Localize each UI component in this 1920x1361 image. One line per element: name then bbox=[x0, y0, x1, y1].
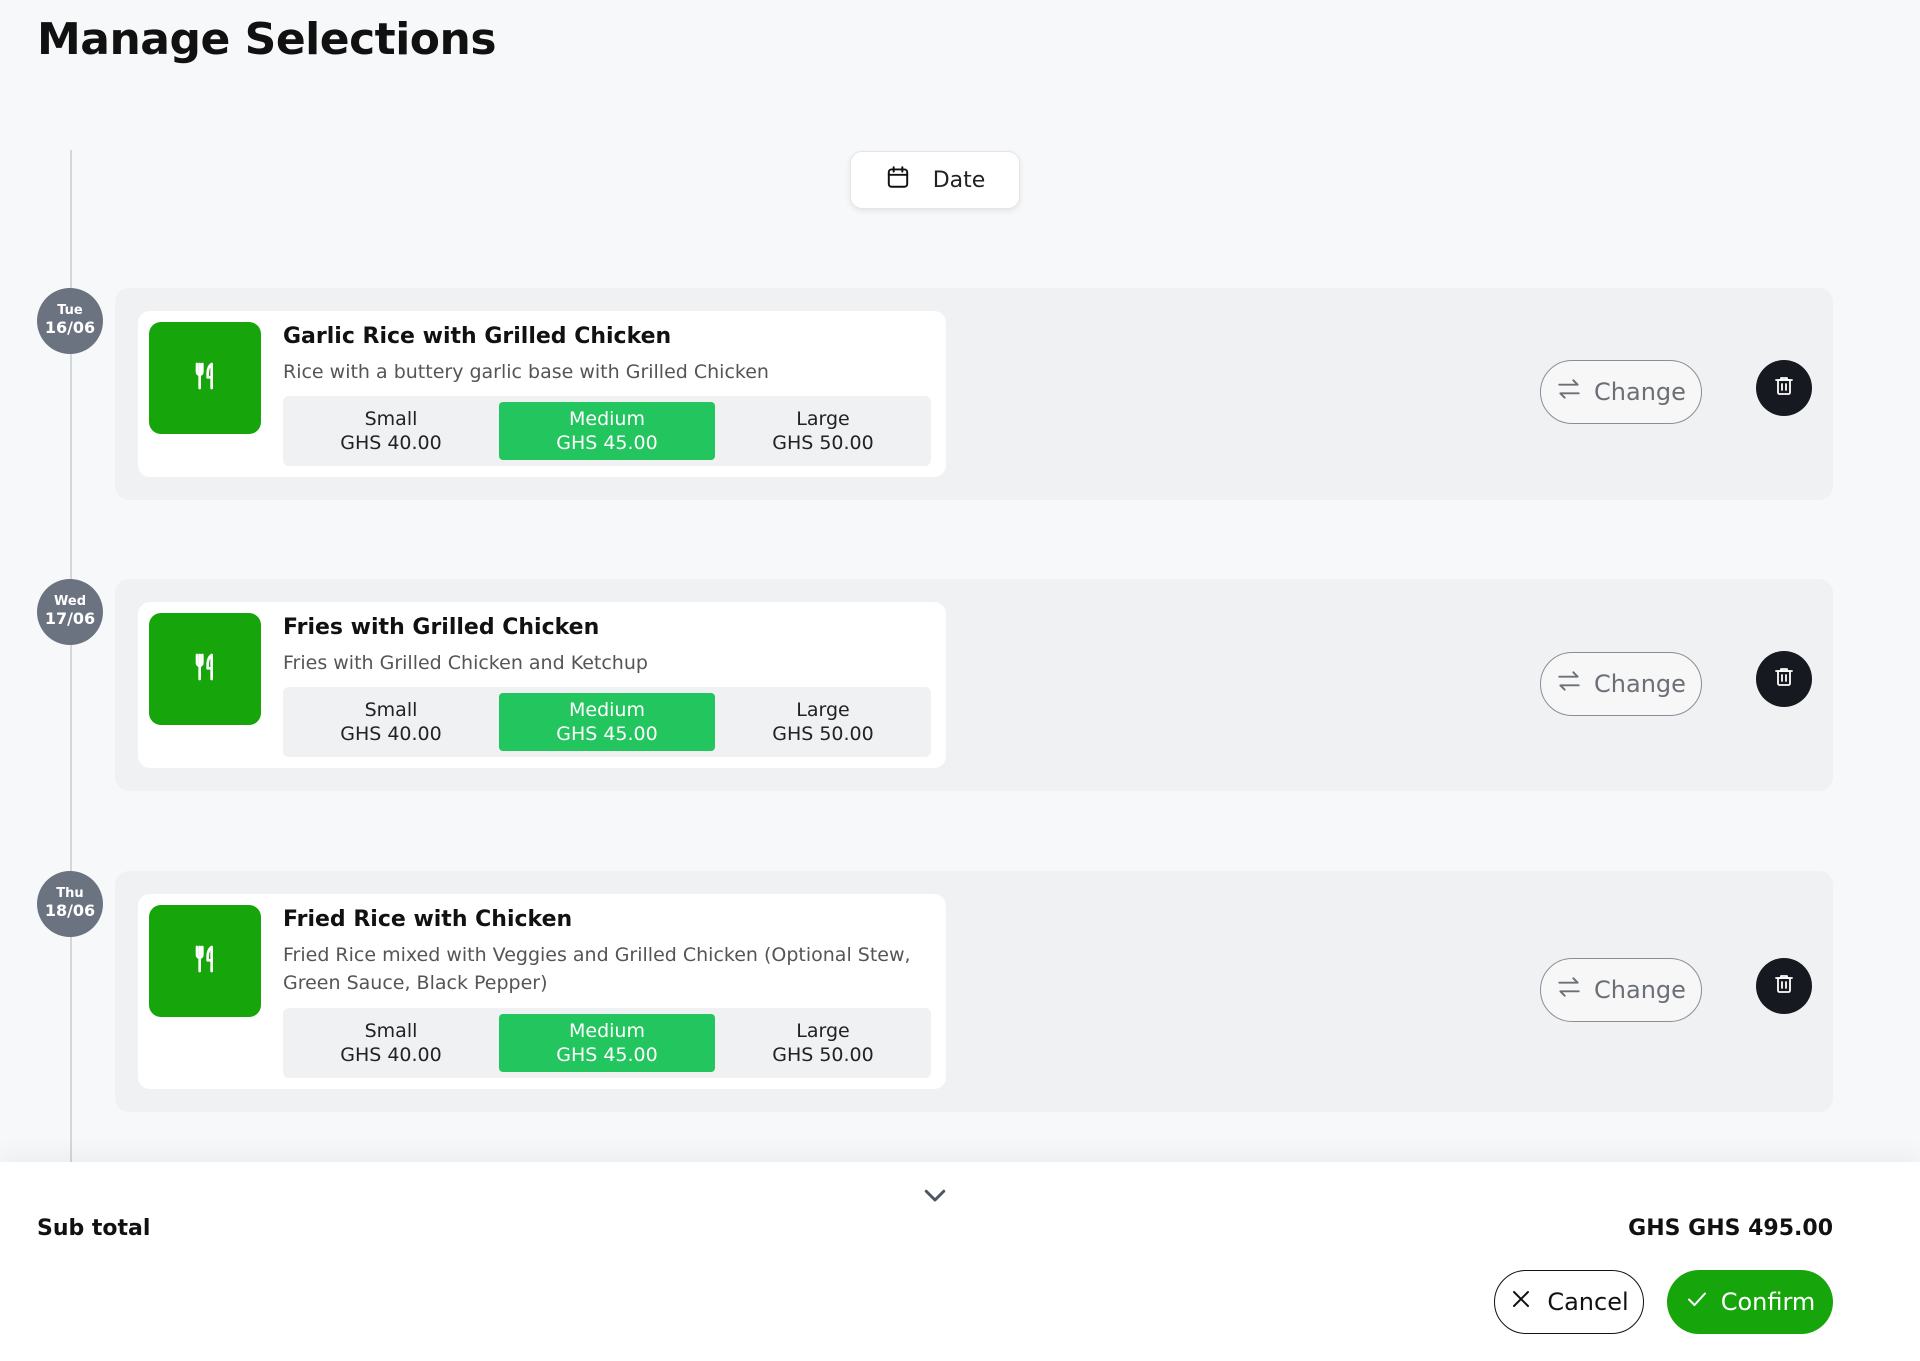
day-badge: Thu 18/06 bbox=[37, 871, 103, 937]
selection-row: Fried Rice with Chicken Fried Rice mixed… bbox=[115, 871, 1833, 1112]
size-option-medium[interactable]: Medium GHS 45.00 bbox=[499, 1014, 715, 1072]
size-option-large[interactable]: Large GHS 50.00 bbox=[715, 1008, 931, 1078]
size-option-medium[interactable]: Medium GHS 45.00 bbox=[499, 402, 715, 460]
close-icon bbox=[1509, 1287, 1533, 1317]
change-label: Change bbox=[1594, 670, 1686, 698]
date-filter-button[interactable]: Date bbox=[850, 151, 1020, 209]
size-selector: Small GHS 40.00 Medium GHS 45.00 Large G… bbox=[283, 687, 931, 757]
meal-name: Fried Rice with Chicken bbox=[283, 907, 573, 932]
size-selector: Small GHS 40.00 Medium GHS 45.00 Large G… bbox=[283, 396, 931, 466]
meal-thumbnail bbox=[149, 613, 261, 725]
size-price: GHS 45.00 bbox=[556, 723, 658, 745]
confirm-button[interactable]: Confirm bbox=[1667, 1270, 1833, 1334]
size-price: GHS 40.00 bbox=[340, 1044, 442, 1066]
day-date: 17/06 bbox=[44, 609, 96, 629]
cutlery-icon bbox=[189, 943, 221, 979]
size-price: GHS 40.00 bbox=[340, 432, 442, 454]
chevron-down-icon[interactable] bbox=[920, 1180, 950, 1210]
subtotal-value: GHS GHS 495.00 bbox=[1628, 1216, 1833, 1241]
date-filter-label: Date bbox=[932, 167, 986, 193]
day-badge: Tue 16/06 bbox=[37, 288, 103, 354]
size-option-large[interactable]: Large GHS 50.00 bbox=[715, 687, 931, 757]
size-label: Large bbox=[796, 1020, 850, 1042]
change-meal-button[interactable]: Change bbox=[1540, 652, 1702, 716]
trash-icon bbox=[1772, 972, 1796, 1000]
calendar-icon bbox=[885, 164, 911, 196]
size-label: Medium bbox=[569, 1020, 645, 1042]
size-option-small[interactable]: Small GHS 40.00 bbox=[283, 396, 499, 466]
size-option-small[interactable]: Small GHS 40.00 bbox=[283, 687, 499, 757]
size-option-small[interactable]: Small GHS 40.00 bbox=[283, 1008, 499, 1078]
size-selector: Small GHS 40.00 Medium GHS 45.00 Large G… bbox=[283, 1008, 931, 1078]
size-price: GHS 45.00 bbox=[556, 432, 658, 454]
meal-description: Fries with Grilled Chicken and Ketchup bbox=[283, 652, 648, 674]
size-price: GHS 50.00 bbox=[772, 1044, 874, 1066]
page-title: Manage Selections bbox=[37, 14, 497, 65]
day-name: Wed bbox=[54, 594, 86, 610]
size-price: GHS 40.00 bbox=[340, 723, 442, 745]
day-name: Tue bbox=[57, 303, 83, 319]
size-price: GHS 45.00 bbox=[556, 1044, 658, 1066]
selection-row: Garlic Rice with Grilled Chicken Rice wi… bbox=[115, 288, 1833, 500]
trash-icon bbox=[1772, 374, 1796, 402]
check-icon bbox=[1685, 1287, 1709, 1317]
size-label: Small bbox=[364, 699, 418, 721]
size-price: GHS 50.00 bbox=[772, 723, 874, 745]
size-label: Large bbox=[796, 408, 850, 430]
meal-description: Rice with a buttery garlic base with Gri… bbox=[283, 361, 769, 383]
delete-meal-button[interactable] bbox=[1756, 958, 1812, 1014]
trash-icon bbox=[1772, 665, 1796, 693]
manage-selections-page: Manage Selections Date Tue 16/06 Garlic … bbox=[0, 0, 1920, 1361]
swap-arrows-icon bbox=[1556, 974, 1582, 1006]
selection-row: Fries with Grilled Chicken Fries with Gr… bbox=[115, 579, 1833, 791]
day-badge: Wed 17/06 bbox=[37, 579, 103, 645]
meal-name: Fries with Grilled Chicken bbox=[283, 615, 600, 640]
size-label: Medium bbox=[569, 699, 645, 721]
cancel-button[interactable]: Cancel bbox=[1494, 1270, 1644, 1334]
size-price: GHS 50.00 bbox=[772, 432, 874, 454]
subtotal-label: Sub total bbox=[37, 1216, 151, 1241]
meal-thumbnail bbox=[149, 322, 261, 434]
change-label: Change bbox=[1594, 378, 1686, 406]
size-option-medium[interactable]: Medium GHS 45.00 bbox=[499, 693, 715, 751]
swap-arrows-icon bbox=[1556, 668, 1582, 700]
meal-description: Fried Rice mixed with Veggies and Grille… bbox=[283, 944, 911, 994]
change-meal-button[interactable]: Change bbox=[1540, 958, 1702, 1022]
day-date: 16/06 bbox=[44, 318, 96, 338]
change-meal-button[interactable]: Change bbox=[1540, 360, 1702, 424]
size-option-large[interactable]: Large GHS 50.00 bbox=[715, 396, 931, 466]
confirm-label: Confirm bbox=[1720, 1288, 1816, 1316]
meal-name: Garlic Rice with Grilled Chicken bbox=[283, 324, 672, 349]
meal-card: Fries with Grilled Chicken Fries with Gr… bbox=[138, 602, 946, 768]
delete-meal-button[interactable] bbox=[1756, 651, 1812, 707]
day-name: Thu bbox=[56, 886, 84, 902]
meal-thumbnail bbox=[149, 905, 261, 1017]
size-label: Large bbox=[796, 699, 850, 721]
cancel-label: Cancel bbox=[1547, 1288, 1629, 1316]
day-date: 18/06 bbox=[44, 901, 96, 921]
change-label: Change bbox=[1594, 976, 1686, 1004]
swap-arrows-icon bbox=[1556, 376, 1582, 408]
size-label: Medium bbox=[569, 408, 645, 430]
meal-card: Garlic Rice with Grilled Chicken Rice wi… bbox=[138, 311, 946, 477]
cutlery-icon bbox=[189, 360, 221, 396]
size-label: Small bbox=[364, 1020, 418, 1042]
delete-meal-button[interactable] bbox=[1756, 360, 1812, 416]
checkout-footer: Sub total GHS GHS 495.00 Cancel Confirm bbox=[0, 1162, 1920, 1361]
size-label: Small bbox=[364, 408, 418, 430]
meal-card: Fried Rice with Chicken Fried Rice mixed… bbox=[138, 894, 946, 1089]
cutlery-icon bbox=[189, 651, 221, 687]
